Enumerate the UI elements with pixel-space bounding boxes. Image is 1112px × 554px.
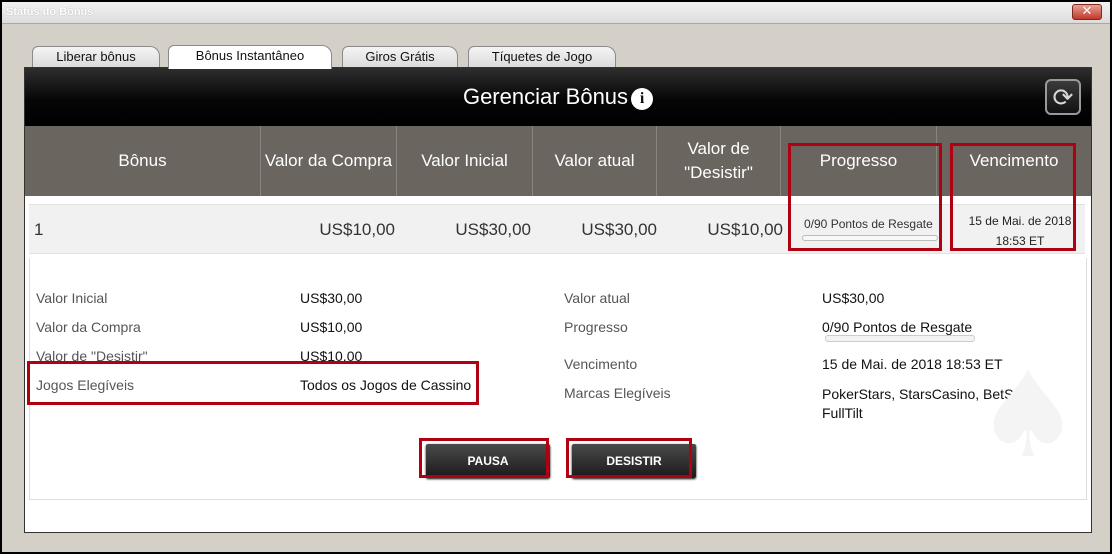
cell-expiry: 15 de Mai. de 2018 18:53 ET	[955, 211, 1085, 251]
cell-expiry-date: 15 de Mai. de 2018	[968, 214, 1072, 228]
pause-button[interactable]: PAUSA	[426, 444, 550, 478]
column-header-label: Progresso	[819, 151, 898, 170]
bonus-details: Valor Inicial US$30,00 Valor da Compra U…	[29, 258, 1087, 500]
page-title: Gerenciar Bônus i	[25, 84, 1091, 110]
column-header-bonus: Bônus	[25, 126, 261, 196]
column-header-progress: Progresso	[781, 126, 937, 196]
detail-label-forfeit-value: Valor de "Desistir"	[36, 348, 148, 364]
tab-tiquetes-de-jogo[interactable]: Tíquetes de Jogo	[468, 46, 616, 68]
column-header-current-value: Valor atual	[533, 126, 657, 196]
detail-value-forfeit-value: US$10,00	[300, 348, 363, 364]
progress-bar	[802, 235, 938, 241]
detail-progress-bar	[825, 335, 975, 342]
close-icon: ✕	[1081, 4, 1093, 19]
cell-forfeit-value: US$10,00	[707, 220, 783, 239]
tab-giros-gratis[interactable]: Giros Grátis	[342, 46, 458, 68]
detail-label-eligible-games: Jogos Elegíveis	[36, 377, 135, 393]
close-button[interactable]: ✕	[1072, 4, 1102, 20]
column-header-expiry: Vencimento	[937, 126, 1091, 196]
detail-label-expiry: Vencimento	[564, 356, 638, 372]
column-header-forfeit-value: Valor de "Desistir"	[657, 126, 781, 196]
column-header-label: Valor Inicial	[421, 151, 508, 170]
bonus-status-window: Status do Bônus ✕ Liberar bônus Bônus In…	[0, 0, 1112, 554]
tab-label: Giros Grátis	[365, 49, 435, 64]
detail-value-progress: 0/90 Pontos de Resgate	[822, 319, 973, 335]
tab-label: Liberar bônus	[56, 49, 136, 64]
table-row[interactable]: 1 US$10,00 US$30,00 US$30,00 US$10,00 0/…	[25, 196, 1091, 258]
column-header-label: Valor de "Desistir"	[684, 139, 753, 182]
detail-value-purchase-value: US$10,00	[300, 319, 363, 335]
header-bar: Gerenciar Bônus i ⟳	[25, 68, 1091, 126]
forfeit-button[interactable]: DESISTIR	[572, 444, 696, 478]
window-title: Status do Bônus	[6, 6, 94, 18]
detail-value-current-value: US$30,00	[822, 290, 885, 306]
spade-star-watermark-icon: ♠	[975, 346, 1081, 484]
tab-label: Bônus Instantâneo	[195, 48, 305, 63]
cell-initial-value: US$30,00	[455, 220, 531, 239]
column-header-label: Vencimento	[969, 151, 1059, 170]
column-header-label: Bônus	[118, 151, 167, 170]
bonus-panel: Gerenciar Bônus i ⟳ Bônus Valor da Compra…	[24, 67, 1092, 533]
cell-bonus-id: 1	[34, 220, 44, 239]
detail-value-initial-value: US$30,00	[300, 290, 363, 306]
detail-label-purchase-value: Valor da Compra	[36, 319, 141, 335]
cell-progress-text: 0/90 Pontos de Resgate	[804, 217, 933, 231]
column-header-purchase-value: Valor da Compra	[261, 126, 397, 196]
tab-label: Tíquetes de Jogo	[491, 49, 593, 64]
column-header-label: Valor atual	[554, 151, 635, 170]
detail-label-initial-value: Valor Inicial	[36, 290, 108, 306]
cell-current-value: US$30,00	[581, 220, 657, 239]
info-icon[interactable]: i	[631, 88, 654, 110]
detail-value-eligible-games: Todos os Jogos de Cassino	[300, 377, 472, 393]
refresh-button[interactable]: ⟳	[1045, 79, 1081, 115]
title-bar[interactable]: Status do Bônus ✕	[2, 2, 1110, 24]
detail-label-eligible-brands: Marcas Elegíveis	[564, 385, 671, 401]
refresh-icon: ⟳	[1052, 83, 1074, 112]
column-header-initial-value: Valor Inicial	[397, 126, 533, 196]
detail-label-progress: Progresso	[564, 319, 628, 335]
tab-liberar-bonus[interactable]: Liberar bônus	[32, 46, 160, 68]
page-title-text: Gerenciar Bônus	[462, 84, 629, 109]
tab-bonus-instantaneo[interactable]: Bônus Instantâneo	[168, 45, 332, 69]
detail-label-current-value: Valor atual	[564, 290, 630, 306]
cell-purchase-value: US$10,00	[319, 220, 395, 239]
cell-expiry-time: 18:53 ET	[995, 234, 1045, 248]
column-header-label: Valor da Compra	[264, 151, 393, 170]
